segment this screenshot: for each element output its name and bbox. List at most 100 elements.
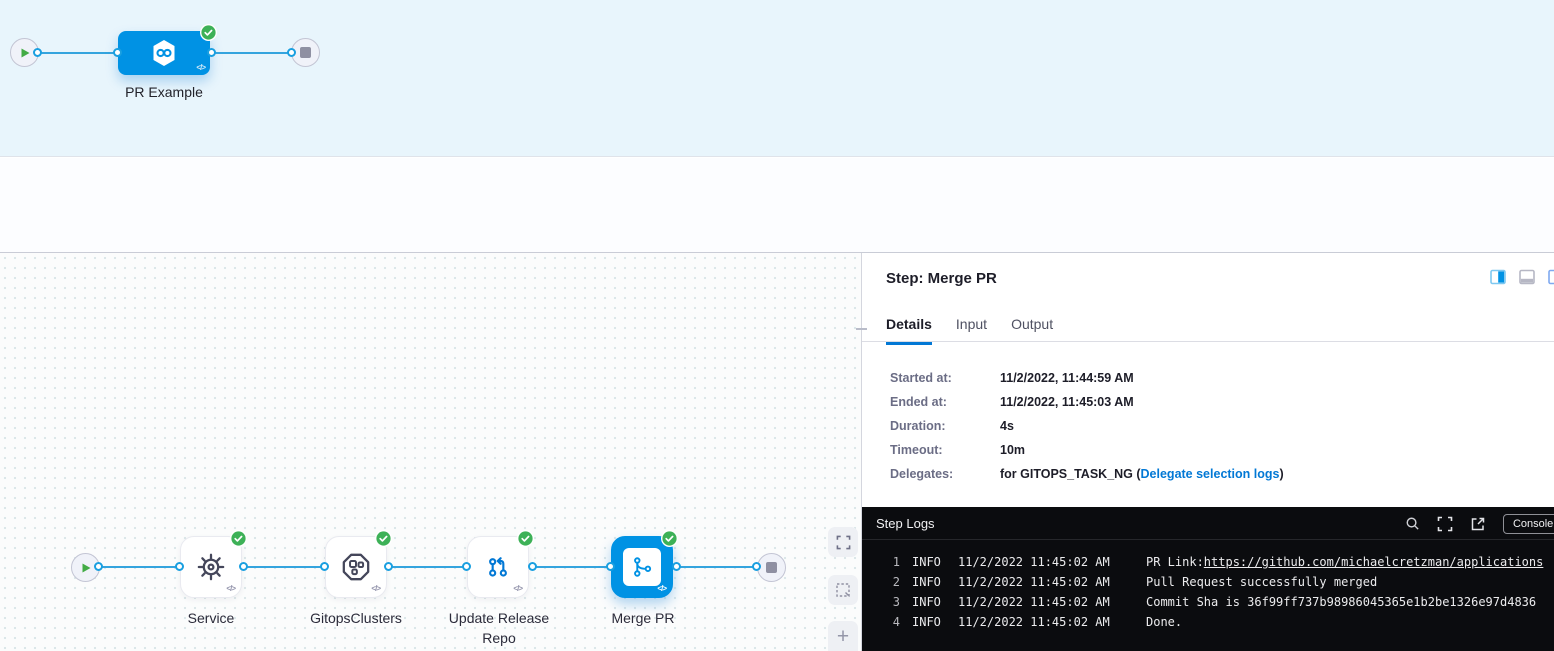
console-view-button[interactable]: Console View [1503,514,1554,534]
step-node-label: Merge PR [588,608,698,628]
step-logs-panel: Step Logs Con [862,507,1554,651]
stage-connector-line [36,52,118,54]
step-node-merge-pr[interactable]: </> [611,536,673,598]
gear-icon [194,550,228,584]
log-open-external-button[interactable] [1470,516,1486,532]
detail-label: Ended at: [890,395,1000,409]
connector-line [242,566,325,568]
layout-toggles [1490,269,1554,285]
log-timestamp: 11/2/2022 11:45:02 AM [958,592,1146,612]
log-line-number: 4 [862,612,900,632]
connector-dot [207,48,216,57]
connector-dot [239,562,248,571]
detail-label: Timeout: [890,443,1000,457]
success-check-icon [661,530,678,547]
step-node-update-release-repo[interactable]: </> [467,536,529,598]
layout-full-icon[interactable] [1548,269,1554,285]
connector-dot [384,562,393,571]
step-logs-header: Step Logs Con [862,507,1554,540]
code-glyph-icon: </> [513,584,522,593]
log-message: PR Link: [1146,552,1204,572]
success-check-icon [200,24,217,41]
stage-graph-canvas[interactable]: </> PR Example [0,0,1554,157]
detail-row-started: Started at: 11/2/2022, 11:44:59 AM [890,366,1284,390]
connector-dot [113,48,122,57]
delegates-suffix: ) [1279,467,1283,481]
detail-row-timeout: Timeout: 10m [890,438,1284,462]
stage-node-pr-example[interactable]: </> [118,31,210,75]
log-line-number: 1 [862,552,900,572]
execution-summary-bar: PR Example Started at: 11/2/2022, 11:44:… [0,158,1554,253]
panel-resize-handle[interactable] [856,328,867,330]
log-message: Pull Request successfully merged [1146,572,1377,592]
stop-square-icon [300,47,311,58]
connector-line [97,566,180,568]
zoom-in-button[interactable]: + [837,624,849,650]
step-title: Step: Merge PR [886,270,997,287]
code-glyph-icon: </> [657,584,666,593]
cluster-octagon-icon [339,550,373,584]
log-line-number: 3 [862,592,900,612]
play-icon [19,47,31,59]
step-details-table: Started at: 11/2/2022, 11:44:59 AM Ended… [890,366,1284,486]
play-icon [80,562,92,574]
log-message: Done. [1146,612,1182,632]
layout-split-right-icon[interactable] [1490,269,1506,285]
delegates-prefix: for GITOPS_TASK_NG ( [1000,467,1141,481]
detail-value: for GITOPS_TASK_NG (Delegate selection l… [1000,467,1284,481]
external-link-icon [1470,516,1486,532]
log-search-button[interactable] [1405,516,1420,531]
layout-split-bottom-icon[interactable] [1519,269,1535,285]
connector-dot [175,562,184,571]
stage-connector-line [210,52,292,54]
detail-row-delegates: Delegates: for GITOPS_TASK_NG (Delegate … [890,462,1284,486]
git-update-icon [482,551,514,583]
pr-link[interactable]: https://github.com/michaelcretzman/appli… [1204,552,1544,572]
fullscreen-button[interactable] [828,527,858,557]
connector-line [675,566,757,568]
detail-value: 11/2/2022, 11:44:59 AM [1000,371,1134,385]
step-node-gitopsclusters[interactable]: </> [325,536,387,598]
connector-dot [528,562,537,571]
code-glyph-icon: </> [371,584,380,593]
connector-dot [606,562,615,571]
log-level: INFO [912,612,958,632]
detail-value: 11/2/2022, 11:45:03 AM [1000,395,1134,409]
step-node-service[interactable]: </> [180,536,242,598]
connector-dot [287,48,296,57]
connector-dot [462,562,471,571]
code-glyph-icon: </> [196,63,205,72]
connector-line [531,566,611,568]
fullscreen-icon [1437,516,1453,532]
execution-graph-canvas[interactable]: </> Service </> GitopsClusters [0,253,862,651]
step-logs-body[interactable]: 1 INFO 11/2/2022 11:45:02 AM PR Link: ht… [862,541,1554,651]
connector-dot [94,562,103,571]
stage-label: PR Example [118,84,210,100]
execution-end-node[interactable] [757,553,786,582]
log-fullscreen-button[interactable] [1437,516,1453,532]
log-level: INFO [912,592,958,612]
log-line-number: 2 [862,572,900,592]
merge-pr-icon-box [623,548,661,586]
marquee-select-button[interactable] [828,575,858,605]
step-node-label: Service [156,608,266,628]
detail-label: Delegates: [890,467,1000,481]
step-node-label: GitopsClusters [296,608,416,628]
connector-line [387,566,467,568]
connector-dot [320,562,329,571]
log-line: 1 INFO 11/2/2022 11:45:02 AM PR Link: ht… [862,552,1554,572]
log-message: Commit Sha is 36f99ff737b98986045365e1b2… [1146,592,1536,612]
delegate-selection-logs-link[interactable]: Delegate selection logs [1141,467,1280,481]
detail-label: Duration: [890,419,1000,433]
stop-square-icon [766,562,777,573]
log-line: 4 INFO 11/2/2022 11:45:02 AM Done. [862,612,1554,632]
log-line: 3 INFO 11/2/2022 11:45:02 AM Commit Sha … [862,592,1554,612]
zoom-control[interactable]: + − [828,621,858,651]
success-check-icon [375,530,392,547]
log-timestamp: 11/2/2022 11:45:02 AM [958,612,1146,632]
logs-actions: Console View [1405,507,1554,540]
log-level: INFO [912,552,958,572]
log-timestamp: 11/2/2022 11:45:02 AM [958,552,1146,572]
step-node-label: Update Release Repo [439,608,559,648]
fullscreen-icon [836,535,851,550]
